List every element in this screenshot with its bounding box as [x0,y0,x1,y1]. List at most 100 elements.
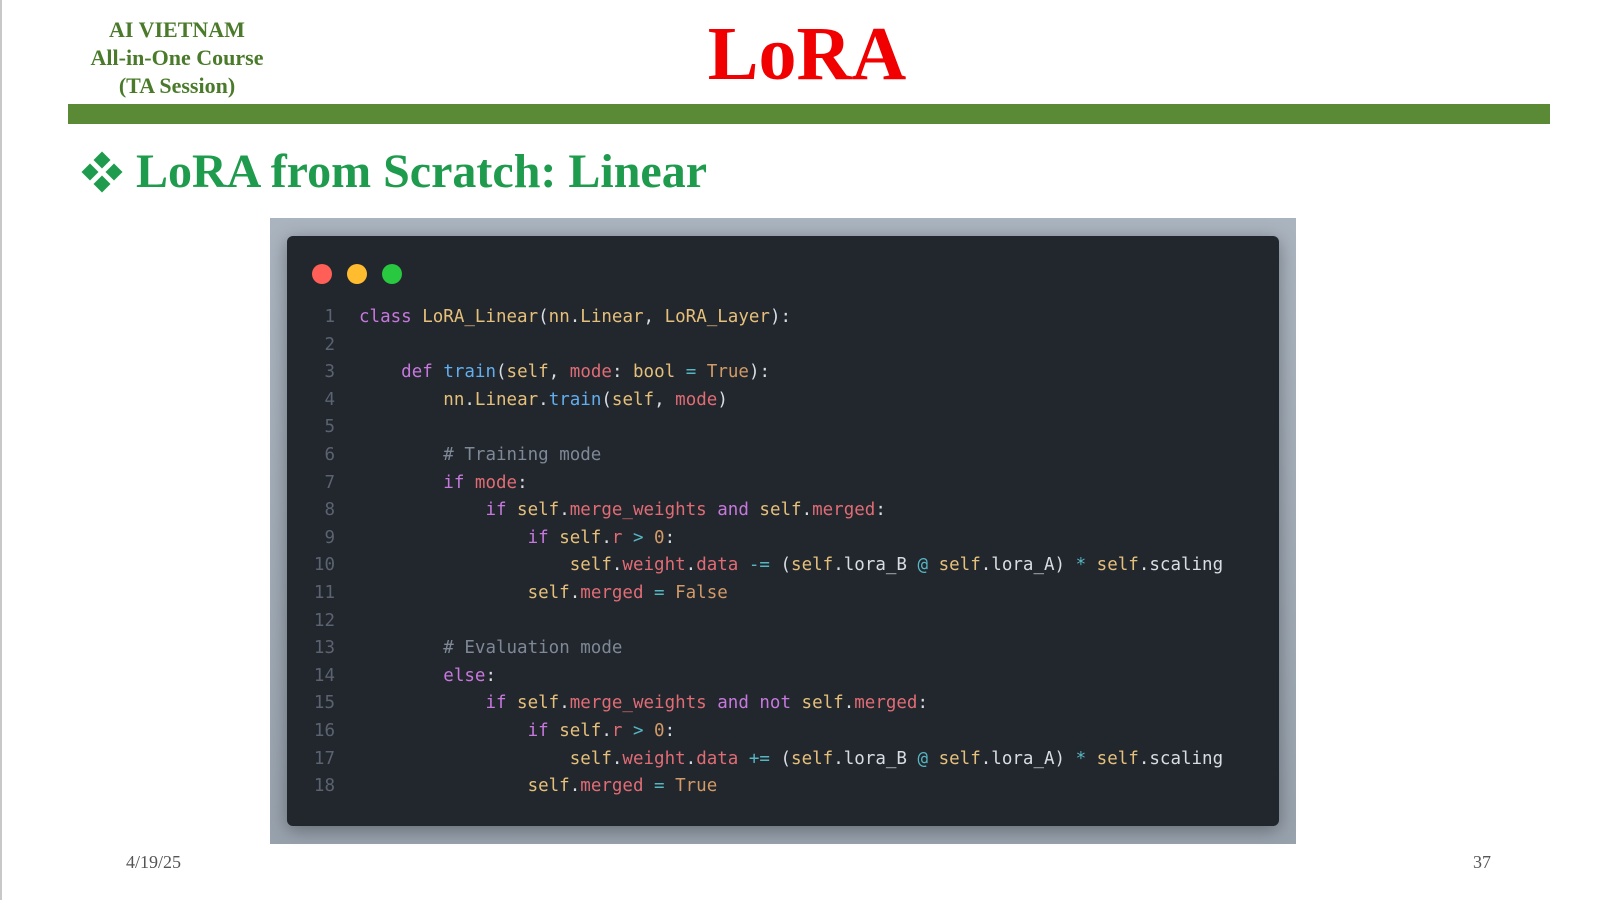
code-line: 10 self.weight.data -= (self.lora_B @ se… [287,552,1279,580]
code-token: data [696,748,739,769]
code-token: train [443,362,496,383]
code-token: . [685,555,697,576]
code-token: . [685,748,697,769]
code-token: mode [675,389,718,410]
code-token: lora_B [843,748,918,769]
code-text: nn.Linear.train(self, mode) [359,387,728,415]
code-text: if self.r > 0: [359,718,676,746]
code-token: LoRA_Linear [422,307,539,327]
code-token: . [833,748,844,769]
code-token: merge_weights [569,693,707,714]
code-token: self [938,748,981,769]
code-token: . [569,307,581,327]
four-diamonds-icon [81,151,123,193]
code-token: : [664,527,676,548]
code-token: self [801,693,844,714]
line-number: 2 [324,334,335,355]
code-token: . [569,582,581,603]
code-token: . [538,389,549,410]
code-token: self [791,748,834,769]
code-token: ( [780,748,792,769]
footer-date: 4/19/25 [126,852,182,872]
code-token: weight [622,555,686,576]
code-token: self [517,500,560,521]
line-number: 16 [313,720,335,741]
code-token: self [611,389,655,410]
code-token: data [696,555,739,576]
line-number: 7 [324,472,335,493]
code-text: if self.merge_weights and self.merged: [359,497,885,525]
code-token: * [1075,555,1097,576]
code-token: LoRA_Layer [664,307,770,327]
code-token: . [1138,555,1150,576]
code-token: . [1138,748,1150,769]
code-token: @ [917,748,939,769]
code-text: if self.merge_weights and not self.merge… [359,690,928,718]
code-token: . [611,748,623,769]
code-token: if [485,693,518,714]
line-number: 11 [313,582,335,603]
code-token: def [401,362,444,383]
code-token: . [559,500,570,521]
code-token: if [485,500,518,521]
code-token: Linear [474,389,539,410]
code-line: 1 class LoRA_Linear(nn.Linear, LoRA_Layer… [287,304,1279,332]
code-token: if [443,472,475,493]
code-token: = [675,362,707,383]
code-token: weight [622,748,686,769]
line-number: 6 [324,444,335,465]
code-token: . [801,500,813,521]
code-window: 1 class LoRA_Linear(nn.Linear, LoRA_Layer… [287,236,1279,826]
code-token: train [548,389,602,410]
code-token: , [643,307,665,327]
code-token: . [601,720,612,741]
code-line: 3 def train(self, mode: bool = True): [287,359,1279,387]
code-text: if self.r > 0: [359,525,676,553]
code-token: -= [738,555,781,576]
code-token: self [569,748,612,769]
code-line: 16 if self.r > 0: [287,718,1279,746]
code-token: else [443,665,486,686]
org-block: AI VIETNAM All-in-One Course (TA Session… [68,16,286,100]
code-token: ( [496,362,507,383]
slide: AI VIETNAM All-in-One Course (TA Session… [0,0,1615,900]
code-text: class LoRA_Linear(nn.Linear, LoRA_Layer)… [359,304,791,332]
line-number: 8 [324,500,335,521]
line-number: 14 [313,665,335,686]
code-token: False [675,582,728,603]
code-token: self [1096,748,1139,769]
window-dots [312,264,417,284]
close-dot-icon [312,264,332,284]
code-token: merged [854,693,918,714]
code-text: # Evaluation mode [359,635,622,663]
code-line: 8 if self.merge_weights and self.merged: [287,497,1279,525]
code-token: self [1096,555,1139,576]
code-token: . [833,555,844,576]
code-token: > [622,720,655,741]
code-text: else: [359,663,496,691]
code-token: # Training mode [443,444,602,465]
code-token: if [527,720,560,741]
line-number: 3 [324,362,335,383]
code-token: lora_B [843,555,918,576]
code-text: self.weight.data += (self.lora_B @ self.… [359,746,1223,774]
code-line: 5 [287,414,1279,442]
org-line-2: All-in-One Course [90,45,264,70]
code-text: self.merged = True [359,773,718,801]
code-token: self [759,500,802,521]
code-token: . [611,555,623,576]
code-token: : [917,693,929,714]
code-token: : [485,665,496,686]
title-divider-bar [68,104,1550,124]
code-token: self [559,527,602,548]
section-heading: LoRA from Scratch: Linear [81,140,707,204]
code-token: merged [580,776,644,797]
code-token: > [622,527,655,548]
code-token: , [654,389,676,410]
